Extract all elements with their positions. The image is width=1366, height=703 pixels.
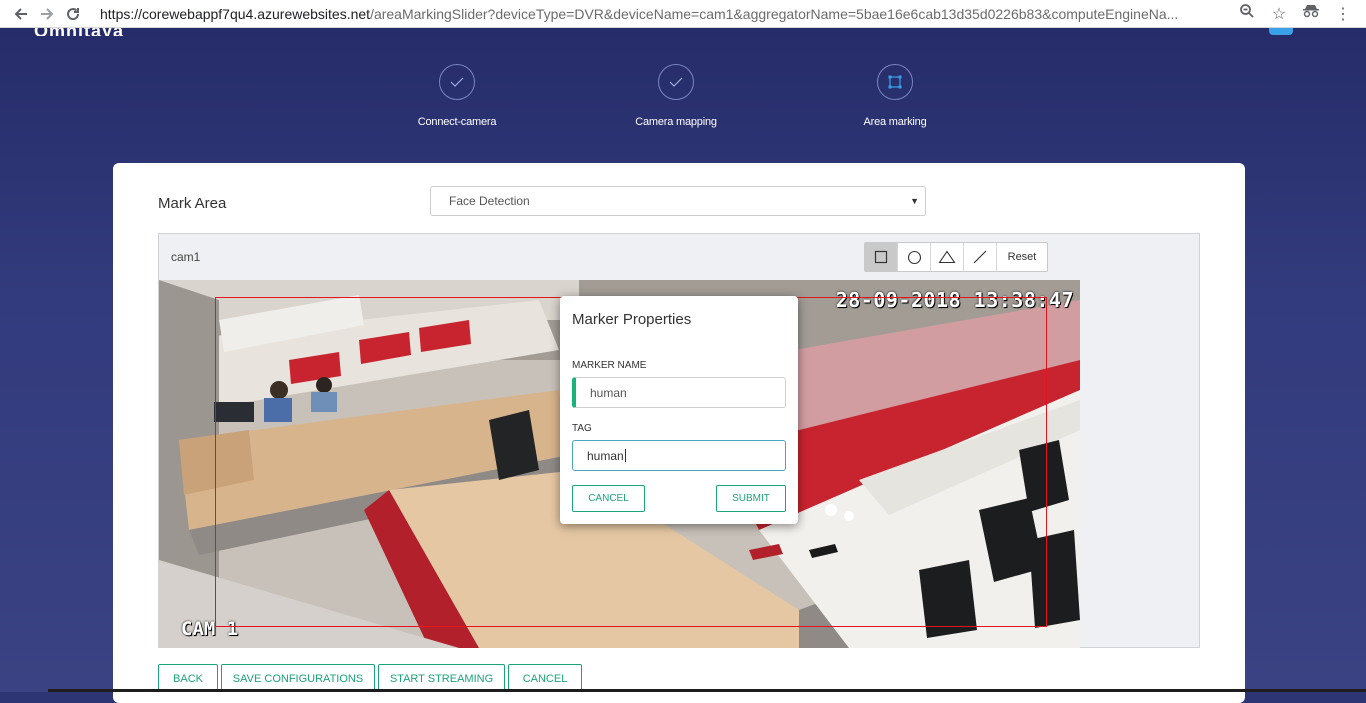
back-button[interactable]: BACK bbox=[158, 664, 218, 692]
cancel-footer-button[interactable]: CANCEL bbox=[508, 664, 582, 692]
menu-dots-icon[interactable]: ⋮ bbox=[1332, 4, 1354, 24]
reload-icon[interactable] bbox=[60, 1, 86, 27]
step-camera-mapping: Camera mapping bbox=[606, 64, 746, 128]
forward-arrow-icon[interactable] bbox=[34, 1, 60, 27]
browser-toolbar: https://corewebappf7qu4.azurewebsites.ne… bbox=[0, 0, 1366, 28]
brand-logo[interactable]: Omnitaya bbox=[34, 28, 130, 36]
dialog-title: Marker Properties bbox=[572, 311, 692, 328]
bookmark-star-icon[interactable]: ☆ bbox=[1268, 4, 1290, 24]
reset-button[interactable]: Reset bbox=[997, 243, 1047, 271]
selected-value: Face Detection bbox=[449, 194, 530, 208]
rectangle-tool-icon[interactable] bbox=[865, 243, 898, 271]
url-path: /areaMarkingSlider?deviceType=DVR&device… bbox=[370, 5, 1177, 22]
mark-area-label: Mark Area bbox=[158, 195, 227, 212]
incognito-icon[interactable] bbox=[1300, 4, 1322, 23]
tag-field[interactable]: human bbox=[572, 440, 786, 471]
address-bar[interactable]: https://corewebappf7qu4.azurewebsites.ne… bbox=[92, 6, 1177, 22]
avatar[interactable] bbox=[1269, 28, 1293, 35]
line-tool-icon[interactable] bbox=[964, 243, 997, 271]
submit-button[interactable]: SUBMIT bbox=[716, 485, 786, 512]
step-connect-camera: Connect-camera bbox=[387, 64, 527, 128]
cancel-button[interactable]: CANCEL bbox=[572, 485, 645, 512]
check-icon bbox=[439, 64, 475, 100]
back-arrow-icon[interactable] bbox=[8, 1, 34, 27]
step-label: Camera mapping bbox=[635, 116, 717, 128]
marker-properties-dialog: Marker Properties MARKER NAME human TAG … bbox=[560, 296, 798, 524]
text-cursor bbox=[624, 449, 626, 462]
marker-name-label: MARKER NAME bbox=[572, 360, 647, 371]
detection-type-select[interactable]: Face Detection ▼ bbox=[430, 186, 926, 216]
camera-name: cam1 bbox=[171, 250, 201, 264]
marker-name-value: human bbox=[590, 385, 627, 400]
step-label: Connect-camera bbox=[417, 116, 497, 128]
circle-tool-icon[interactable] bbox=[898, 243, 931, 271]
check-icon bbox=[658, 64, 694, 100]
start-streaming-button[interactable]: START STREAMING bbox=[378, 664, 505, 692]
tag-value: human bbox=[587, 448, 624, 463]
marker-name-field[interactable]: human bbox=[572, 377, 786, 408]
triangle-tool-icon[interactable] bbox=[931, 243, 964, 271]
tag-label: TAG bbox=[572, 423, 592, 434]
step-label: Area marking bbox=[863, 116, 927, 128]
url-host: https://corewebappf7qu4.azurewebsites.ne… bbox=[100, 5, 371, 22]
save-configurations-button[interactable]: SAVE CONFIGURATIONS bbox=[221, 664, 375, 692]
step-area-marking: Area marking bbox=[825, 64, 965, 128]
shape-toolbar: Reset bbox=[864, 242, 1048, 272]
area-select-icon bbox=[877, 64, 913, 100]
caret-down-icon: ▼ bbox=[910, 196, 919, 206]
zoom-icon[interactable] bbox=[1236, 3, 1258, 24]
